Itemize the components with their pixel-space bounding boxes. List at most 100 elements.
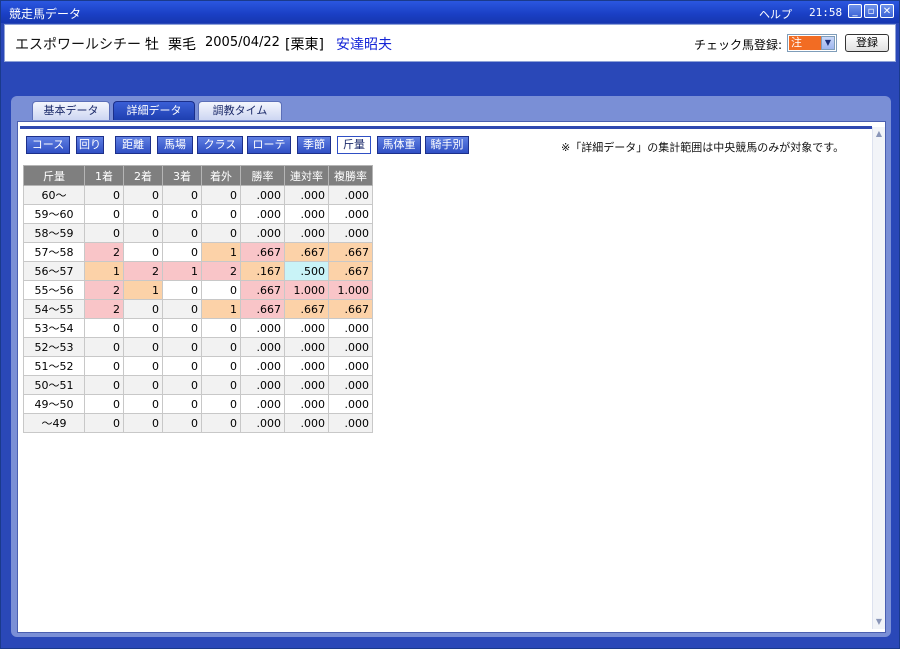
table-cell: 1 [201, 299, 241, 319]
table-cell: .000 [284, 185, 329, 205]
column-header[interactable]: 斤量 [23, 165, 85, 186]
horse-name: エスポワールシチー [15, 37, 141, 53]
window-title: 競走馬データ [9, 7, 82, 21]
help-menu[interactable]: ヘルプ [759, 6, 792, 22]
table-cell: 0 [84, 356, 124, 376]
close-icon[interactable]: ✕ [880, 4, 894, 18]
table-cell: .000 [284, 318, 329, 338]
table-cell: .000 [328, 204, 373, 224]
weight-range-cell: 50～51 [23, 375, 85, 395]
table-cell: 2 [201, 261, 241, 281]
table-cell: 0 [123, 318, 163, 338]
detail-content: コース 回り 距離 馬場 クラス ローテ 季節 斤量 馬体重 騎手別 ※「詳細デ… [17, 121, 886, 633]
table-cell: .000 [240, 375, 285, 395]
horse-coat: 栗毛 [168, 37, 196, 53]
vertical-scrollbar[interactable]: ▲ ▼ [872, 127, 885, 629]
table-cell: 2 [123, 261, 163, 281]
check-horse-selected-value: 注 [789, 36, 821, 50]
table-cell: 2 [84, 280, 124, 300]
table-cell: .000 [240, 337, 285, 357]
table-cell: .000 [240, 204, 285, 224]
filter-season-button[interactable]: 季節 [297, 136, 331, 154]
table-cell: .000 [240, 223, 285, 243]
column-header[interactable]: 複勝率 [328, 165, 373, 186]
filter-direction-button[interactable]: 回り [76, 136, 104, 154]
table-cell: .500 [284, 261, 329, 281]
filter-body-weight-button[interactable]: 馬体重 [377, 136, 421, 154]
horse-trainer-link[interactable]: 安達昭夫 [336, 34, 392, 54]
table-cell: 0 [123, 185, 163, 205]
chevron-down-icon[interactable]: ▼ [821, 36, 835, 50]
table-cell: .667 [328, 299, 373, 319]
register-button[interactable]: 登録 [845, 34, 889, 52]
table-cell: .667 [328, 242, 373, 262]
tab-detail-data[interactable]: 詳細データ [113, 101, 195, 120]
table-cell: .000 [328, 413, 373, 433]
table-cell: 0 [201, 223, 241, 243]
filter-distance-button[interactable]: 距離 [115, 136, 151, 154]
weight-range-cell: 49～50 [23, 394, 85, 414]
table-row: 50～51 0 0 0 0.000.000.000 [23, 375, 373, 395]
filter-class-button[interactable]: クラス [197, 136, 243, 154]
filter-jockey-button[interactable]: 騎手別 [425, 136, 469, 154]
column-header[interactable]: 勝率 [240, 165, 285, 186]
scroll-down-icon[interactable]: ▼ [873, 615, 885, 629]
table-cell: 0 [162, 356, 202, 376]
table-cell: .000 [284, 337, 329, 357]
table-cell: 0 [162, 413, 202, 433]
check-horse-label: チェック馬登録: [694, 38, 783, 52]
weight-range-cell: 53～54 [23, 318, 85, 338]
table-cell: 0 [123, 242, 163, 262]
tab-basic-data[interactable]: 基本データ [32, 101, 110, 120]
table-cell: 0 [201, 318, 241, 338]
column-header[interactable]: 2着 [123, 165, 163, 186]
table-cell: 0 [201, 185, 241, 205]
horse-header: エスポワールシチー 牡 栗毛 2005/04/22 [栗東] 安達昭夫 チェック… [4, 24, 896, 62]
table-header-row: 斤量 1着 2着 3着 着外 勝率 連対率 複勝率 [23, 165, 373, 186]
table-cell: .000 [284, 394, 329, 414]
table-cell: .000 [240, 413, 285, 433]
table-cell: 0 [84, 318, 124, 338]
filter-rotation-button[interactable]: ローテ [247, 136, 291, 154]
table-cell: .000 [328, 356, 373, 376]
table-cell: 0 [201, 394, 241, 414]
filter-track-button[interactable]: 馬場 [157, 136, 193, 154]
tab-training-time[interactable]: 調教タイム [198, 101, 282, 120]
scope-note: ※「詳細データ」の集計範囲は中央競馬のみが対象です。 [561, 141, 845, 154]
table-cell: 0 [123, 394, 163, 414]
table-cell: .667 [240, 299, 285, 319]
table-cell: 0 [162, 185, 202, 205]
table-cell: .000 [240, 185, 285, 205]
table-cell: 0 [123, 337, 163, 357]
scroll-up-icon[interactable]: ▲ [873, 127, 885, 141]
table-cell: 0 [162, 337, 202, 357]
table-cell: 0 [84, 413, 124, 433]
table-row: 53～54 0 0 0 0.000.000.000 [23, 318, 373, 338]
table-cell: 0 [162, 242, 202, 262]
clock: 21:58 [809, 6, 843, 19]
minimize-icon[interactable]: _ [848, 4, 862, 18]
weight-range-cell: 57～58 [23, 242, 85, 262]
table-row: 56～57 1 2 1 2.167.500.667 [23, 261, 373, 281]
table-row: 54～55 2 0 0 1.667.667.667 [23, 299, 373, 319]
title-bar[interactable]: 競走馬データ ヘルプ 21:58 _ ▫ ✕ [1, 1, 899, 23]
filter-weight-button[interactable]: 斤量 [337, 136, 371, 154]
column-header[interactable]: 1着 [84, 165, 124, 186]
table-cell: 1.000 [328, 280, 373, 300]
column-header[interactable]: 連対率 [284, 165, 329, 186]
table-cell: 0 [162, 204, 202, 224]
weight-range-cell: ～49 [23, 413, 85, 433]
check-horse-select[interactable]: 注 ▼ [787, 34, 837, 52]
filter-course-button[interactable]: コース [26, 136, 70, 154]
table-cell: 0 [162, 375, 202, 395]
column-header[interactable]: 着外 [201, 165, 241, 186]
table-cell: .000 [240, 356, 285, 376]
restore-icon[interactable]: ▫ [864, 4, 878, 18]
table-row: ～49 0 0 0 0.000.000.000 [23, 413, 373, 433]
weight-range-cell: 58～59 [23, 223, 85, 243]
table-cell: 0 [162, 299, 202, 319]
horse-sex: 牡 [145, 37, 159, 53]
table-body: 60～ 0 0 0 0.000.000.000 59～60 0 0 0 0.000.000.000… [23, 185, 373, 433]
column-header[interactable]: 3着 [162, 165, 202, 186]
table-cell: 0 [162, 318, 202, 338]
